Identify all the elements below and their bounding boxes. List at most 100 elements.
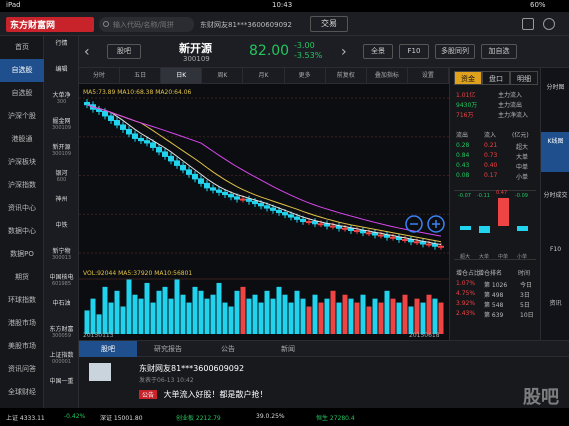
nav-item-14[interactable]: 资讯问答 [0,358,44,381]
watchlist-item-7[interactable]: 中铁 [44,222,79,242]
view-switch-0[interactable]: 分时图 [541,78,569,118]
gear-icon[interactable] [543,18,555,30]
volume-bar [282,294,288,334]
nav-item-4[interactable]: 港股通 [0,128,44,151]
header-button-2[interactable]: F10 [399,44,429,59]
candle-body [174,160,180,166]
chart-tab-3[interactable]: 周K [202,68,244,84]
watchlist-item-name: 新开源 [52,144,71,151]
panel-tab-0[interactable]: 资金 [454,71,482,85]
ticker-item-2: 深证 15001.80 [100,415,143,422]
bottom-tab-2[interactable]: 公告 [199,341,257,357]
watchlist-item-8[interactable]: 新宁物 300013 [44,248,79,268]
search-input[interactable]: 输入代码/名称/简拼 [99,17,194,32]
volume-bar [210,294,216,334]
nav-item-8[interactable]: 数据中心 [0,220,44,243]
net-flow-bars: -0.07 超大 -0.11 大单 0.47 中单 -0.09 小单 [454,190,536,260]
bottom-tab-3[interactable]: 新闻 [259,341,317,357]
candle-body [318,223,324,226]
nav-item-5[interactable]: 沪深板块 [0,151,44,174]
volume-bar [234,290,240,334]
watchlist-item-name: 东方财富 [49,326,74,333]
watchlist-item-5[interactable]: 银河 600 [44,170,79,190]
rank-value: 第 1026 [484,282,508,289]
watchlist-item-0[interactable]: 行情 [44,40,79,60]
trade-button[interactable]: 交易 [310,16,348,32]
view-switch-3[interactable]: F10 [541,240,569,280]
nav-item-9[interactable]: 数据PO [0,243,44,266]
candle-body [210,187,216,191]
stock-change: -3.00 -3.53% [294,41,322,61]
watchlist-item-4[interactable]: 新开源 300109 [44,144,79,164]
chart-tab-5[interactable]: 更多 [285,68,326,84]
volume-bar [438,302,444,334]
volume-bar [186,302,192,334]
chart-tab-1[interactable]: 五日 [120,68,162,84]
view-switch-1[interactable]: K线图 [541,132,569,172]
watchlist-item-11[interactable]: 东方财富 300059 [44,326,79,346]
candle-body [312,221,318,225]
chevron-right-icon[interactable]: › [341,44,347,60]
volume-bar [150,302,156,334]
watchlist-item-9[interactable]: 中国核电 601985 [44,274,79,294]
detail-in: 0.17 [484,172,498,179]
bottom-tab-0[interactable]: 股吧 [79,341,137,357]
nav-item-0[interactable]: 首页 [0,36,44,59]
candle-body [240,198,246,201]
nav-item-3[interactable]: 沪深个股 [0,105,44,128]
net-flow-label: 中单 [498,254,509,260]
volume-bar [264,290,270,334]
watchlist-item-12[interactable]: 上证指数 000001 [44,352,79,372]
candle-body [246,198,252,202]
nav-item-7[interactable]: 资讯中心 [0,197,44,220]
news-source[interactable]: 东财网友81***3600609092 [139,363,244,374]
view-switch-2[interactable]: 分时成交 [541,186,569,226]
user-icon[interactable] [522,18,534,30]
watchlist-item-name: 神州 [55,196,68,203]
watchlist-item-2[interactable]: 大单净 300 [44,92,79,112]
header-button-1[interactable]: 全景 [363,44,393,59]
detail-out: 0.08 [456,172,470,179]
candle-body [168,155,174,162]
rank-header-cell: 时间 [518,270,531,277]
watchlist-item-3[interactable]: 掘金网 300109 [44,118,79,138]
kline-chart-svg: MA5:73.89 MA10:68.38 MA20:64.06 VOL:92044… [79,89,449,339]
watchlist-item-10[interactable]: 中石油 [44,300,79,320]
vol-legend: VOL:92044 MA5:37920 MA10:56801 [83,270,192,277]
header-button-4[interactable]: 加自选 [481,44,517,59]
nav-item-11[interactable]: 环球指数 [0,289,44,312]
chart-tab-8[interactable]: 设置 [408,68,449,84]
chart-tab-7[interactable]: 叠加指标 [367,68,408,84]
volume-bar [348,298,354,334]
nav-item-1[interactable]: 自选股 [0,59,44,82]
detail-label: 大单 [516,154,529,161]
view-switch-4[interactable]: 资讯 [541,294,569,334]
nav-item-6[interactable]: 沪深指数 [0,174,44,197]
kline-chart[interactable]: MA5:73.89 MA10:68.38 MA20:64.06 VOL:92044… [79,84,449,340]
watchlist-item-13[interactable]: 中国一重 [44,378,79,398]
nav-item-10[interactable]: 期货 [0,266,44,289]
panel-tab-2[interactable]: 明细 [510,71,538,85]
chevron-left-icon[interactable]: ‹ [84,44,90,60]
search-icon [103,21,109,27]
volume-bar [432,298,438,334]
header-button-3[interactable]: 多股同列 [435,44,475,59]
chart-tab-2[interactable]: 日K [161,68,203,84]
news-headline[interactable]: 公告 大单流入好股！都是散户抢！ [139,389,268,400]
stock-header: ‹ 股吧 新开源 300109 82.00 -3.00 -3.53% › 全景 … [79,36,569,68]
nav-item-13[interactable]: 美股市场 [0,335,44,358]
chart-tab-6[interactable]: 前复权 [326,68,367,84]
nav-item-12[interactable]: 港股市场 [0,312,44,335]
chart-tab-0[interactable]: 分时 [79,68,121,84]
volume-bar [246,298,252,334]
ticker-item-1: -0.42% [64,413,86,420]
watchlist-item-6[interactable]: 神州 [44,196,79,216]
panel-tab-1[interactable]: 盘口 [482,71,510,85]
chart-tab-4[interactable]: 月K [243,68,285,84]
status-bar: iPad 10:43 60% [0,0,569,12]
nav-item-15[interactable]: 全球财经 [0,381,44,404]
header-button-0[interactable]: 股吧 [107,44,141,59]
watchlist-item-1[interactable]: 编辑 [44,66,79,86]
nav-item-2[interactable]: 自选股 [0,82,44,105]
bottom-tab-1[interactable]: 研究报告 [139,341,197,357]
